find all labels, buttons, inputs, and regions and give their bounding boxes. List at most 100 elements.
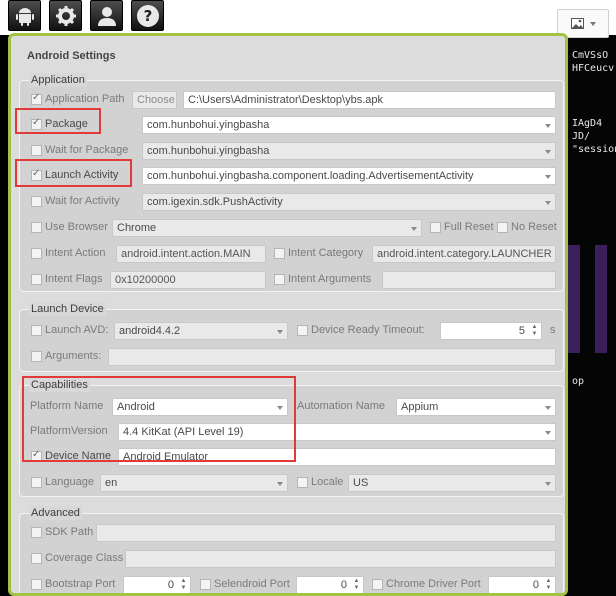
chrome-driver-port-checkbox[interactable] [372,579,383,590]
group-title: Launch Device [29,302,106,316]
use-browser-checkbox[interactable] [31,222,42,233]
device-ready-label: Device Ready Timeout: [311,324,425,336]
highlight-capabilities [22,376,296,462]
automation-name-select[interactable]: Appium [396,398,556,416]
terminal-line: "session [572,144,616,155]
sdk-path-checkbox[interactable] [31,527,42,538]
user-button[interactable] [90,0,123,31]
chevron-down-icon [411,227,417,231]
coverage-class-input[interactable] [125,550,556,568]
intent-category-input[interactable]: android.intent.category.LAUNCHER [372,245,556,263]
spin-arrows-icon[interactable]: ▲ ▼ [352,578,361,592]
choose-button[interactable]: Choose [132,91,177,109]
sdk-path-input[interactable] [96,524,556,542]
terminal-edge [0,35,8,596]
bootstrap-port-checkbox[interactable] [31,579,42,590]
full-reset-label: Full Reset [444,221,494,233]
selendroid-port-label: Selendroid Port [214,578,290,590]
sdk-path-label: SDK Path [45,526,94,538]
launch-device-group: Launch Device Launch AVD: android4.4.2 D… [19,302,564,372]
highlight-launch-activity [15,159,132,187]
highlight-package [15,108,101,134]
device-ready-stepper[interactable]: 5 ▲ ▼ [440,322,542,340]
wait-activity-select[interactable]: com.igexin.sdk.PushActivity [142,193,556,211]
browser-select[interactable]: Chrome [112,219,422,237]
terminal-line: IAgD4 [572,118,603,129]
intent-arguments-label: Intent Arguments [288,273,372,285]
wait-package-label: Wait for Package [45,144,129,156]
no-reset-checkbox[interactable] [497,222,508,233]
language-label: Language [45,476,94,488]
locale-value: US [353,477,369,489]
locale-select[interactable]: US [348,474,556,492]
package-select[interactable]: com.hunbohui.yingbasha [142,116,556,134]
locale-label: Locale [311,476,344,488]
automation-name-label: Automation Name [297,400,386,412]
user-icon [97,6,116,26]
app-path-checkbox[interactable] [31,92,42,105]
intent-category-checkbox[interactable] [274,248,285,259]
arguments-input[interactable] [108,348,556,366]
wait-package-checkbox[interactable] [31,145,42,156]
chevron-down-icon [545,150,551,154]
wait-activity-checkbox[interactable] [31,196,42,207]
chevron-down-icon [545,431,551,435]
chevron-down-icon [545,482,551,486]
chevron-down-icon [545,406,551,410]
selendroid-port-stepper[interactable]: 0 ▲ ▼ [296,576,364,593]
chrome-driver-port-value: 0 [532,579,539,591]
no-reset-label: No Reset [511,221,557,233]
full-reset-checkbox[interactable] [430,222,441,233]
locale-checkbox[interactable] [297,477,308,488]
intent-action-input[interactable]: android.intent.action.MAIN [116,245,266,263]
language-select[interactable]: en [100,474,288,492]
bootstrap-port-label: Bootstrap Port [45,578,116,590]
background-shape [595,245,607,353]
picture-icon [570,18,584,29]
android-button[interactable] [8,0,41,31]
group-title: Advanced [29,506,82,520]
bootstrap-port-stepper[interactable]: 0 ▲ ▼ [123,576,191,593]
chevron-down-icon [277,482,283,486]
avd-select[interactable]: android4.4.2 [114,322,288,340]
intent-category-label: Intent Category [288,247,364,259]
terminal-line: CmVSsO [572,50,609,61]
chevron-down-icon [545,124,551,128]
spin-arrows-icon[interactable]: ▲ ▼ [179,578,188,592]
bootstrap-port-value: 0 [167,579,174,591]
intent-arguments-checkbox[interactable] [274,274,285,285]
terminal-line: HFCeucv [572,63,615,74]
launch-avd-label: Launch AVD: [45,324,109,336]
app-path-label: Application Path [45,93,125,105]
intent-arguments-input[interactable] [382,271,556,289]
intent-flags-input[interactable]: 0x10200000 [110,271,266,289]
arguments-label: Arguments: [45,350,102,362]
intent-flags-label: Intent Flags [45,273,103,285]
launch-avd-checkbox[interactable] [31,325,42,336]
arguments-checkbox[interactable] [31,351,42,362]
launch-activity-select[interactable]: com.hunbohui.yingbasha.component.loading… [142,167,556,185]
spin-arrows-icon[interactable]: ▲ ▼ [530,324,539,338]
intent-action-checkbox[interactable] [31,248,42,259]
wait-package-value: com.hunbohui.yingbasha [147,145,270,157]
intent-flags-checkbox[interactable] [31,274,42,285]
chrome-driver-port-stepper[interactable]: 0 ▲ ▼ [488,576,556,593]
intent-action-label: Intent Action [45,247,106,259]
background-shape [568,245,580,353]
wait-activity-label: Wait for Activity [45,195,120,207]
coverage-class-checkbox[interactable] [31,553,42,564]
language-checkbox[interactable] [31,477,42,488]
chrome-driver-port-label: Chrome Driver Port [386,578,481,590]
browser-value: Chrome [117,222,157,234]
use-browser-label: Use Browser [45,221,108,233]
help-button[interactable]: ? [131,0,164,31]
wait-package-select[interactable]: com.hunbohui.yingbasha [142,142,556,160]
settings-button[interactable] [49,0,82,31]
device-ready-value: 5 [518,325,525,337]
device-ready-checkbox[interactable] [297,325,308,336]
spin-arrows-icon[interactable]: ▲ ▼ [544,578,553,592]
selendroid-port-checkbox[interactable] [200,579,211,590]
chevron-down-icon [545,201,551,205]
chevron-down-icon [589,21,596,26]
app-path-input[interactable]: C:\Users\Administrator\Desktop\ybs.apk [183,91,556,109]
